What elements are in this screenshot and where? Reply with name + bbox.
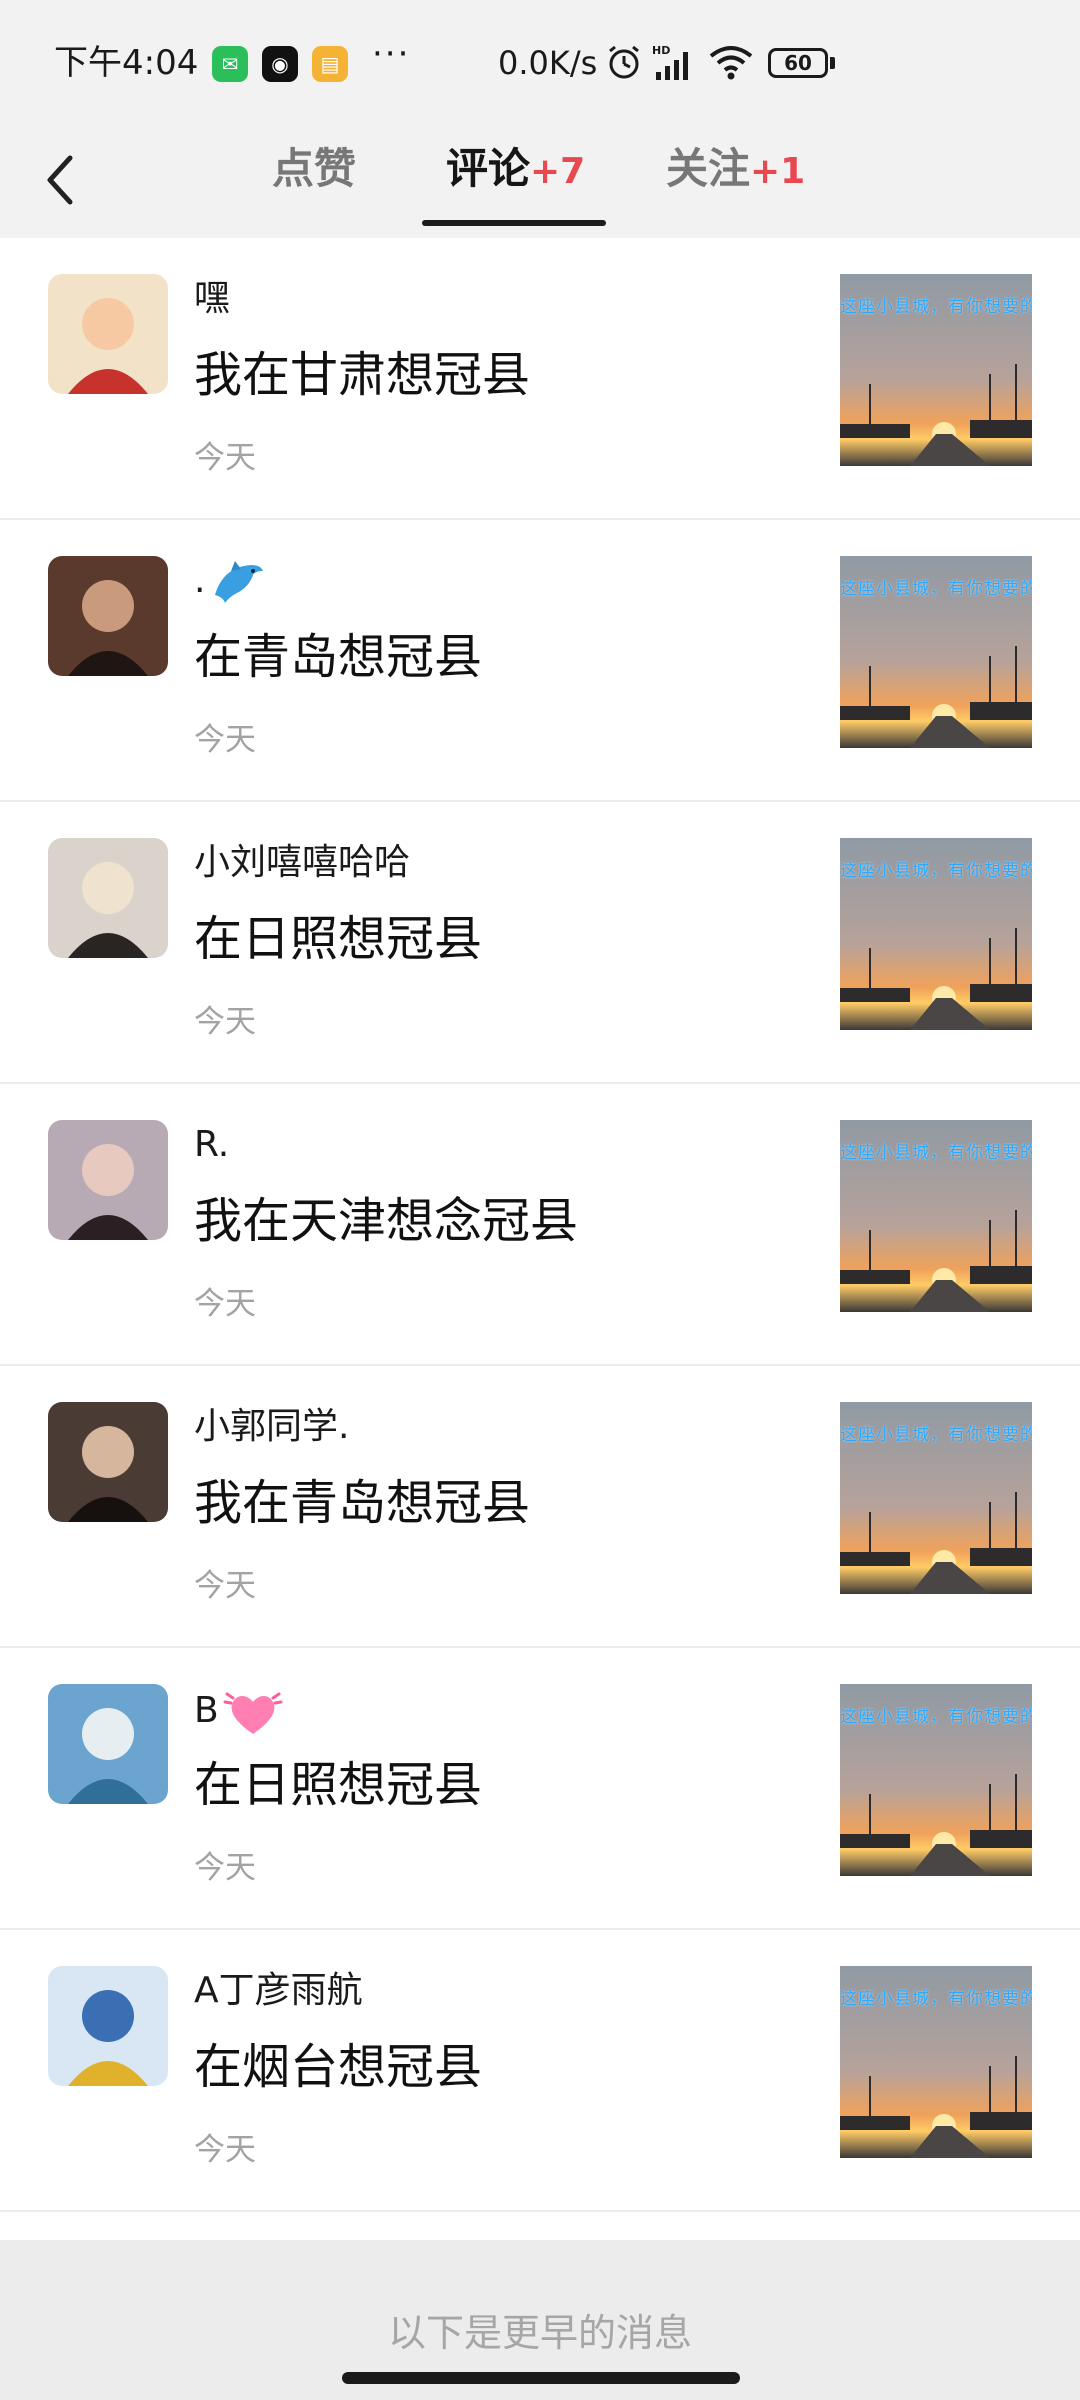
back-button[interactable] [38,140,104,220]
video-thumbnail[interactable]: 这座小县城，有你想要的 [840,1402,1032,1594]
avatar[interactable] [48,838,168,958]
avatar-image [48,1966,168,2086]
commenter-name-text: A丁彦雨航 [194,1970,363,2011]
comment-text: 在日照想冠县 [194,1757,483,1813]
commenter-name[interactable]: 小郭同学. [194,1402,349,1452]
video-thumbnail[interactable]: 这座小县城，有你想要的 [840,838,1032,1030]
comment-time: 今天 [194,2132,256,2168]
list-item[interactable]: A丁彦雨航在烟台想冠县今天 这座小县城，有你想要的 [0,1930,1080,2212]
avatar[interactable] [48,1120,168,1240]
tab-follow[interactable]: 关注+1 [666,128,805,238]
header-bar: 点赞 评论+7 关注+1 [0,128,1080,238]
video-thumbnail[interactable]: 这座小县城，有你想要的 [840,274,1032,466]
comment-time: 今天 [194,1004,256,1040]
comment-text: 我在青岛想冠县 [194,1475,531,1531]
commenter-name-text: 小郭同学. [194,1406,350,1447]
avatar-image [48,1684,168,1804]
wechat-icon: ✉ [212,46,248,82]
commenter-name[interactable]: B [194,1684,283,1740]
status-bar: 下午4:04 ✉ ◉ ▤ ··· 0.0K/s HD 60 [0,0,1080,128]
network-speed: 0.0K/s [498,44,598,82]
avatar[interactable] [48,274,168,394]
avatar-image [48,838,168,958]
commenter-name[interactable]: 嘿 [194,274,230,324]
active-tab-indicator [422,220,606,226]
note-app-icon: ▤ [312,46,348,82]
commenter-name-text: . [194,560,206,601]
avatar[interactable] [48,556,168,676]
avatar-image [48,1120,168,1240]
status-time: 下午4:04 [54,43,199,83]
commenter-name-text: B [194,1690,219,1731]
comment-time: 今天 [194,1568,256,1604]
commenter-name-text: 嘿 [194,278,231,319]
thumbnail-caption: 这座小县城，有你想要的 [840,297,1032,317]
battery-indicator: 60 [768,48,828,78]
commenter-name[interactable]: A丁彦雨航 [194,1966,363,2016]
avatar-image [48,556,168,676]
commenter-name[interactable]: 小刘嘻嘻哈哈 [194,838,410,888]
earlier-messages-label: 以下是更早的消息 [387,2311,692,2355]
thumbnail-caption: 这座小县城，有你想要的 [840,1989,1032,2009]
chevron-left-icon [47,155,73,205]
avatar[interactable] [48,1966,168,2086]
wifi-icon [709,46,753,80]
tab-follow-label: 关注 [666,144,751,193]
more-notifications-indicator: ··· [372,34,411,74]
tab-comments-label: 评论 [446,144,531,193]
comment-text: 在青岛想冠县 [194,629,483,685]
thumbnail-caption: 这座小县城，有你想要的 [840,861,1032,881]
top-area: 下午4:04 ✉ ◉ ▤ ··· 0.0K/s HD 60 点赞 评论+7 关注… [0,0,1080,238]
thumbnail-caption: 这座小县城，有你想要的 [840,579,1032,599]
thumbnail-caption: 这座小县城，有你想要的 [840,1425,1032,1445]
comment-notification-list: 嘿我在甘肃想冠县 今天 这座小县城，有你想要的 . 在青岛想冠县 今天 这座小县城，有你想… [0,238,1080,2212]
alarm-icon [609,45,639,79]
list-item[interactable]: R. 我在天津想念冠县今天 这座小县城，有你想要的 [0,1084,1080,1366]
comment-text: 在日照想冠县 [194,911,483,967]
list-item[interactable]: 小郭同学. 我在青岛想冠县今天 这座小县城，有你想要的 [0,1366,1080,1648]
battery-tip [830,57,835,69]
comment-time: 今天 [194,722,256,758]
tab-comments-badge: +7 [530,151,586,192]
comment-time: 今天 [194,440,256,476]
avatar[interactable] [48,1684,168,1804]
notifications-page: 下午4:04 ✉ ◉ ▤ ··· 0.0K/s HD 60 点赞 评论+7 关注… [0,0,1080,2400]
earlier-messages-section: 以下是更早的消息 [0,2240,1080,2400]
tab-likes-label: 点赞 [272,144,357,193]
thumbnail-caption: 这座小县城，有你想要的 [840,1143,1032,1163]
hd-signal-icon: HD [652,44,688,80]
video-thumbnail[interactable]: 这座小县城，有你想要的 [840,556,1032,748]
avatar-image [48,274,168,394]
comment-text: 我在甘肃想冠县 [194,347,531,403]
list-item[interactable]: . 在青岛想冠县今天 这座小县城，有你想要的 [0,520,1080,802]
list-item[interactable]: 小刘嘻嘻哈哈在日照想冠县今天 这座小县城，有你想要的 [0,802,1080,1084]
commenter-name-text: R. [194,1124,230,1165]
beating-heart-emoji [223,1692,283,1734]
commenter-name-text: 小刘嘻嘻哈哈 [194,842,411,883]
svg-text:HD: HD [652,44,670,57]
list-item[interactable]: B 在日照想冠县今天 这座小县城，有你想要的 [0,1648,1080,1930]
thumbnail-caption: 这座小县城，有你想要的 [840,1707,1032,1727]
comment-text: 我在天津想念冠县 [194,1193,579,1249]
comment-time: 今天 [194,1850,256,1886]
tab-likes[interactable]: 点赞 [272,128,356,238]
home-indicator[interactable] [342,2372,740,2384]
dolphin-emoji [215,561,264,603]
commenter-name[interactable]: . [194,556,267,607]
video-thumbnail[interactable]: 这座小县城，有你想要的 [840,1684,1032,1876]
video-thumbnail[interactable]: 这座小县城，有你想要的 [840,1966,1032,2158]
tab-follow-badge: +1 [750,151,806,192]
avatar-image [48,1402,168,1522]
avatar[interactable] [48,1402,168,1522]
commenter-name[interactable]: R. [194,1120,229,1170]
comment-time: 今天 [194,1286,256,1322]
pq-app-icon: ◉ [262,46,298,82]
list-item[interactable]: 嘿我在甘肃想冠县今天 这座小县城，有你想要的 [0,238,1080,520]
comment-text: 在烟台想冠县 [194,2039,483,2095]
video-thumbnail[interactable]: 这座小县城，有你想要的 [840,1120,1032,1312]
